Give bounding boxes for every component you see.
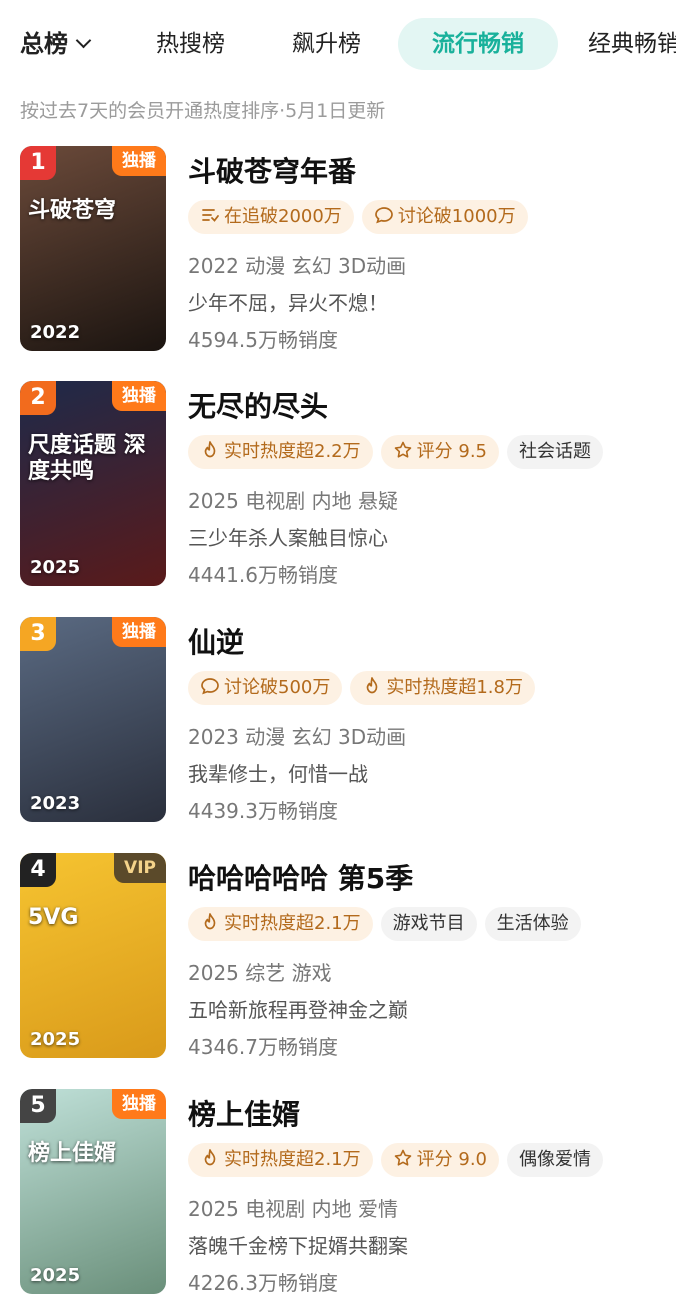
rank-badge: 5	[20, 1089, 56, 1123]
tag-row: 实时热度超2.1万 评分 9.0 偶像爱情	[188, 1143, 611, 1177]
star-icon	[393, 1146, 413, 1166]
poster-title-art: 榜上佳婿	[28, 1141, 117, 1166]
tag-label: 游戏节目	[392, 913, 465, 934]
list-item[interactable]: 5VG 4 VIP 2025 哈哈哈哈哈 第5季实时热度超2.1万 游戏节目 生活体验 202…	[0, 853, 676, 1059]
item-meta: 2022 动漫 玄幻 3D动画	[188, 254, 407, 278]
poster-year: 2022	[30, 322, 81, 343]
list-item[interactable]: 榜上佳婿 5 独播 2025 榜上佳婿 实时热度超2.1万 评分 9.0 偶像爱情 2025 电…	[0, 1089, 676, 1295]
tag-row: 讨论破500万 实时热度超1.8万	[188, 671, 543, 705]
star-icon	[393, 438, 413, 458]
tag-chip: 生活体验	[484, 907, 581, 941]
item-sales: 4346.7万畅销度	[188, 1035, 338, 1059]
tag-label: 实时热度超1.8万	[386, 677, 523, 698]
exclusive-badge: 独播	[112, 381, 166, 411]
tag-chip: 评分 9.5	[380, 435, 499, 469]
tab-rising[interactable]: 飙升榜	[292, 18, 361, 70]
poster-year: 2025	[30, 1265, 81, 1286]
tag-chip: 偶像爱情	[507, 1143, 603, 1177]
poster-thumbnail[interactable]: 3 独播 2023	[20, 617, 166, 822]
item-meta: 2025 电视剧 内地 悬疑	[188, 489, 398, 513]
rank-badge: 4	[20, 853, 56, 887]
exclusive-badge: VIP	[114, 853, 166, 883]
tag-label: 生活体验	[496, 913, 569, 934]
ranking-description: 按过去7天的会员开通热度排序·5月1日更新	[20, 100, 386, 122]
item-meta: 2025 综艺 游戏	[188, 961, 332, 985]
poster-thumbnail[interactable]: 5VG 4 VIP 2025	[20, 853, 166, 1058]
tag-label: 社会话题	[519, 441, 591, 462]
tag-row: 实时热度超2.1万 游戏节目 生活体验	[188, 907, 589, 941]
flame-icon	[200, 910, 220, 930]
chat-bubble-icon	[200, 674, 220, 695]
tag-chip: 实时热度超2.2万	[188, 435, 373, 469]
item-title[interactable]: 仙逆	[188, 621, 244, 661]
tab-hot-search[interactable]: 热搜榜	[156, 18, 225, 70]
exclusive-badge: 独播	[112, 146, 166, 176]
tag-label: 在追破2000万	[224, 206, 342, 227]
item-sales: 4441.6万畅销度	[188, 563, 338, 587]
flame-icon	[200, 1146, 220, 1166]
tag-label: 偶像爱情	[519, 1149, 591, 1170]
tag-label: 评分 9.0	[416, 1149, 487, 1170]
item-title[interactable]: 哈哈哈哈哈 第5季	[188, 857, 413, 897]
tab-total[interactable]: 总榜	[20, 18, 92, 70]
poster-year: 2025	[30, 557, 81, 578]
tag-label: 实时热度超2.2万	[224, 441, 361, 462]
item-slogan: 我辈修士，何惜一战	[188, 762, 368, 786]
tag-chip: 实时热度超2.1万	[188, 907, 373, 941]
item-sales: 4226.3万畅销度	[188, 1271, 338, 1295]
item-slogan: 五哈新旅程再登神金之巅	[188, 998, 408, 1022]
poster-thumbnail[interactable]: 榜上佳婿 5 独播 2025	[20, 1089, 166, 1294]
tag-chip: 讨论破500万	[188, 671, 343, 705]
item-title[interactable]: 无尽的尽头	[188, 385, 328, 425]
poster-title-art: 尺度话题 深度共鸣	[28, 433, 146, 484]
ranking-tabs: 总榜 热搜榜 飙升榜 流行畅销 经典畅销	[0, 18, 676, 74]
poster-thumbnail[interactable]: 尺度话题 深度共鸣 2 独播 2025	[20, 381, 166, 586]
poster-thumbnail[interactable]: 斗破苍穹 1 独播 2022	[20, 146, 166, 351]
follow-list-icon	[200, 203, 220, 223]
item-meta: 2023 动漫 玄幻 3D动画	[188, 725, 407, 749]
poster-year: 2025	[30, 1029, 81, 1050]
chat-bubble-icon	[374, 203, 394, 224]
poster-year: 2023	[30, 793, 81, 814]
item-slogan: 落魄千金榜下捉婿共翻案	[188, 1234, 408, 1258]
chevron-down-icon	[75, 32, 92, 49]
flame-icon	[200, 438, 220, 458]
item-meta: 2025 电视剧 内地 爱情	[188, 1197, 398, 1221]
exclusive-badge: 独播	[112, 617, 166, 647]
exclusive-badge: 独播	[112, 1089, 166, 1119]
poster-title-art: 斗破苍穹	[28, 198, 117, 223]
tag-chip: 社会话题	[507, 435, 603, 469]
tag-label: 实时热度超2.1万	[224, 913, 361, 934]
item-title[interactable]: 斗破苍穹年番	[188, 150, 356, 190]
list-item[interactable]: 尺度话题 深度共鸣 2 独播 2025 无尽的尽头实时热度超2.2万 评分 9.5 社会话题…	[0, 381, 676, 587]
tag-chip: 讨论破1000万	[361, 200, 528, 234]
tag-chip: 实时热度超2.1万	[188, 1143, 373, 1177]
item-title[interactable]: 榜上佳婿	[188, 1093, 300, 1133]
tag-chip: 在追破2000万	[188, 200, 354, 234]
item-slogan: 少年不屈，异火不熄！	[188, 291, 388, 315]
rank-badge: 2	[20, 381, 56, 415]
item-sales: 4439.3万畅销度	[188, 799, 338, 823]
tag-label: 讨论破500万	[224, 677, 331, 698]
rank-badge: 1	[20, 146, 56, 180]
tag-label: 讨论破1000万	[397, 206, 516, 227]
tag-chip: 游戏节目	[380, 907, 477, 941]
tag-chip: 实时热度超1.8万	[350, 671, 535, 705]
rank-badge: 3	[20, 617, 56, 651]
tab-classic[interactable]: 经典畅销	[588, 18, 676, 70]
poster-title-art: 5VG	[28, 905, 79, 930]
flame-icon	[362, 674, 382, 694]
tab-total-label: 总榜	[20, 30, 68, 58]
tag-row: 在追破2000万 讨论破1000万	[188, 200, 536, 234]
tag-label: 评分 9.5	[416, 441, 487, 462]
list-item[interactable]: 斗破苍穹 1 独播 2022 斗破苍穹年番在追破2000万 讨论破1000万 2022 动漫…	[0, 146, 676, 352]
tag-label: 实时热度超2.1万	[224, 1149, 361, 1170]
tag-row: 实时热度超2.2万 评分 9.5 社会话题	[188, 435, 611, 469]
tag-chip: 评分 9.0	[380, 1143, 499, 1177]
tab-popular[interactable]: 流行畅销	[398, 18, 558, 70]
item-sales: 4594.5万畅销度	[188, 328, 338, 352]
list-item[interactable]: 3 独播 2023 仙逆讨论破500万 实时热度超1.8万 2023 动漫 玄幻 3D动画…	[0, 617, 676, 823]
item-slogan: 三少年杀人案触目惊心	[188, 526, 388, 550]
